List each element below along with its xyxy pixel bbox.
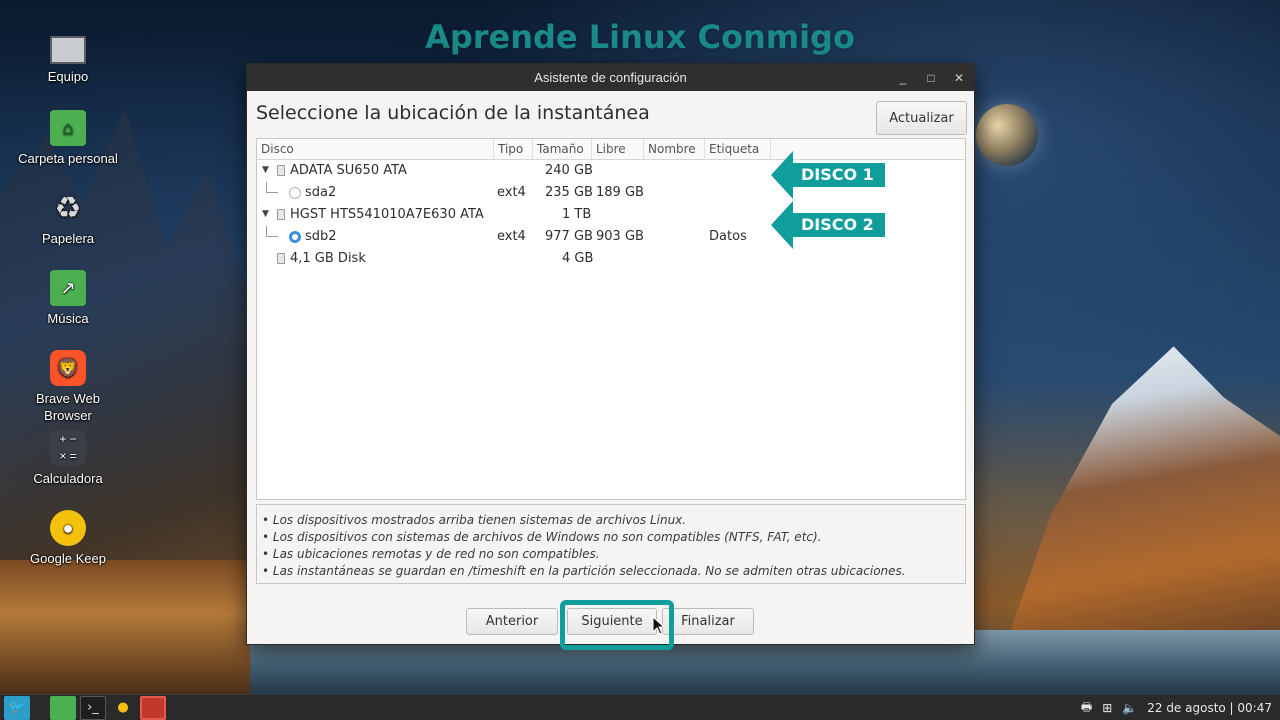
brave-icon: 🦁 xyxy=(50,350,86,386)
network-icon[interactable]: ⊞ xyxy=(1102,701,1112,715)
disk-name: HGST HTS541010A7E630 ATA xyxy=(290,207,484,222)
computer-icon xyxy=(50,36,86,64)
setup-wizard-window: Asistente de configuración _ □ ✕ Selecci… xyxy=(246,63,975,650)
calculator-icon: + − × = xyxy=(50,430,86,466)
disk-name: 4,1 GB Disk xyxy=(290,251,366,266)
expand-arrow-icon[interactable]: ▼ xyxy=(262,209,269,219)
watermark-title: Aprende Linux Conmigo xyxy=(425,18,855,56)
disk-size: 4 GB xyxy=(562,251,594,266)
tree-header: Disco Tipo Tamaño Libre Nombre Etiqueta xyxy=(257,139,965,160)
callout-label: DISCO 1 xyxy=(793,163,885,187)
disk-size: 240 GB xyxy=(545,163,593,178)
partition-radio[interactable] xyxy=(289,187,301,199)
volume-icon[interactable]: 🔈 xyxy=(1122,701,1137,715)
window-titlebar[interactable]: Asistente de configuración _ □ ✕ xyxy=(247,64,974,91)
window-title: Asistente de configuración xyxy=(534,70,687,85)
page-heading: Seleccione la ubicación de la instantáne… xyxy=(256,102,650,124)
desktop-icon-trash[interactable]: ♻ Papelera xyxy=(18,190,118,247)
desktop-icon-calculator[interactable]: + − × = Calculadora xyxy=(18,430,118,487)
desktop-icon-google-keep[interactable]: ● Google Keep xyxy=(18,510,118,567)
column-header-type[interactable]: Tipo xyxy=(494,139,533,160)
desktop-icon-label: Equipo xyxy=(47,69,89,84)
timeshift-icon[interactable] xyxy=(140,695,166,720)
column-header-size[interactable]: Tamaño xyxy=(533,139,592,160)
desktop-icon-brave[interactable]: 🦁 Brave Web Browser xyxy=(18,350,118,424)
column-header-name[interactable]: Nombre xyxy=(644,139,705,160)
desktop-icon-label: Papelera xyxy=(41,231,95,246)
info-notes: • Los dispositivos mostrados arriba tien… xyxy=(256,504,966,584)
desktop-icon-label: Calculadora xyxy=(33,471,103,486)
tree-row-disk[interactable]: 4,1 GB Disk 4 GB xyxy=(257,248,965,270)
window-controls: _ □ ✕ xyxy=(896,64,966,91)
trash-icon: ♻ xyxy=(54,191,82,225)
partition-label: Datos xyxy=(709,229,747,244)
note-line: • Las instantáneas se guardan en /timesh… xyxy=(262,564,906,578)
disk-icon xyxy=(277,253,285,264)
disk-icon xyxy=(277,165,285,176)
disk-tree[interactable]: Disco Tipo Tamaño Libre Nombre Etiqueta … xyxy=(256,138,966,500)
previous-button[interactable]: Anterior xyxy=(466,608,558,635)
tree-connector xyxy=(266,226,278,237)
system-tray: 🖶 ⊞ 🔈 22 de agosto | 00:47 xyxy=(1081,695,1272,720)
callout-disk-1: DISCO 1 xyxy=(771,151,885,199)
note-line: • Los dispositivos con sistemas de archi… xyxy=(262,530,822,544)
callout-arrow-icon xyxy=(771,201,793,249)
mouse-cursor-icon xyxy=(652,616,666,635)
background-snowy-mountain xyxy=(1000,346,1280,660)
printer-icon[interactable]: 🖶 xyxy=(1081,698,1092,719)
column-header-disk[interactable]: Disco xyxy=(257,139,494,160)
desktop-icon-equipo[interactable]: Equipo xyxy=(18,30,118,85)
partition-name: sdb2 xyxy=(305,229,337,244)
desktop-icon-label: Google Keep xyxy=(30,551,106,566)
partition-type: ext4 xyxy=(497,229,526,244)
column-header-free[interactable]: Libre xyxy=(592,139,644,160)
column-header-label[interactable]: Etiqueta xyxy=(705,139,771,160)
desktop-icon-home-folder[interactable]: ⌂ Carpeta personal xyxy=(18,110,118,167)
desktop-icon-label: Brave Web Browser xyxy=(35,391,101,423)
keep-bulb-icon[interactable]: ● xyxy=(110,696,136,720)
maximize-icon[interactable]: □ xyxy=(924,71,938,85)
partition-type: ext4 xyxy=(497,185,526,200)
callout-arrow-icon xyxy=(771,151,793,199)
background-moon xyxy=(976,104,1038,166)
note-line: • Los dispositivos mostrados arriba tien… xyxy=(262,513,687,527)
taskbar: 🐦 ›_ ● 🖶 ⊞ 🔈 22 de agosto | 00:47 xyxy=(0,694,1280,720)
clock[interactable]: 22 de agosto | 00:47 xyxy=(1147,701,1272,715)
partition-free: 189 GB xyxy=(596,185,644,200)
partition-free: 903 GB xyxy=(596,229,644,244)
note-line: • Las ubicaciones remotas y de red no so… xyxy=(262,547,600,561)
disk-name: ADATA SU650 ATA xyxy=(290,163,407,178)
tree-connector xyxy=(266,182,278,193)
music-folder-icon: ↗ xyxy=(50,270,86,306)
close-icon[interactable]: ✕ xyxy=(952,71,966,85)
finish-button[interactable]: Finalizar xyxy=(662,608,754,635)
desktop-icon-music[interactable]: ↗ Música xyxy=(18,270,118,327)
disk-size: 1 TB xyxy=(562,207,592,222)
keep-bulb-icon: ● xyxy=(50,510,86,546)
refresh-button[interactable]: Actualizar xyxy=(876,101,967,135)
partition-size: 235 GB xyxy=(545,185,593,200)
background-ground xyxy=(0,560,260,694)
desktop-icon-label: Carpeta personal xyxy=(18,151,118,166)
disk-icon xyxy=(277,209,285,220)
terminal-icon[interactable]: ›_ xyxy=(80,695,106,720)
start-menu-icon[interactable]: 🐦 xyxy=(4,695,30,720)
partition-radio-selected[interactable] xyxy=(289,231,301,243)
partition-name: sda2 xyxy=(305,185,337,200)
expand-arrow-icon[interactable]: ▼ xyxy=(262,165,269,175)
minimize-icon[interactable]: _ xyxy=(896,71,910,85)
callout-label: DISCO 2 xyxy=(793,213,885,237)
partition-size: 977 GB xyxy=(545,229,593,244)
file-manager-icon[interactable] xyxy=(50,695,76,720)
callout-disk-2: DISCO 2 xyxy=(771,201,885,249)
home-folder-icon: ⌂ xyxy=(50,110,86,146)
desktop-icon-label: Música xyxy=(47,311,89,326)
